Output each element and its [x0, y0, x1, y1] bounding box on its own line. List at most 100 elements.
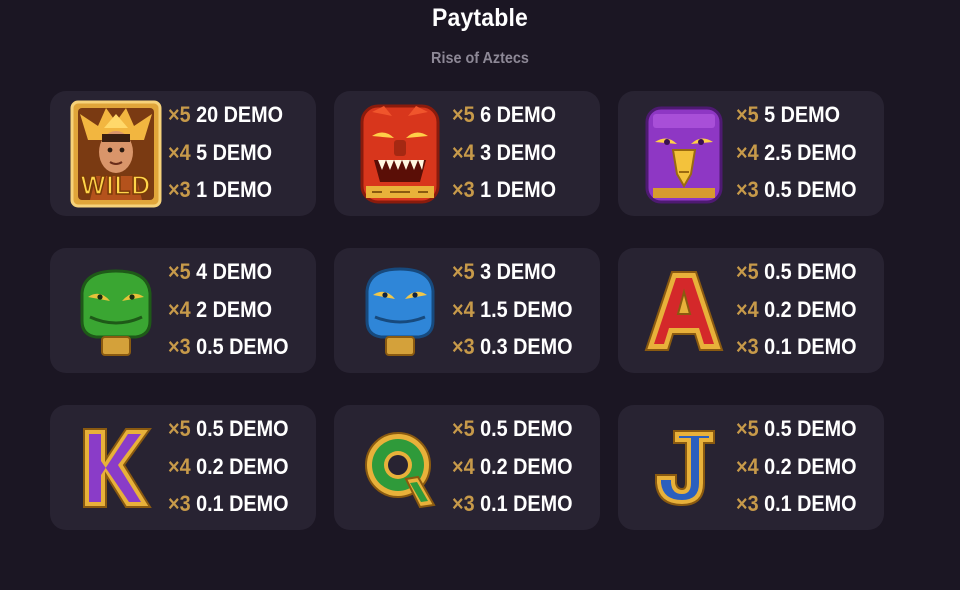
pay-row-x5: ×5 0.5 DEMO: [736, 410, 857, 448]
pay-list: ×5 4 DEMO ×4 2 DEMO ×3 0.5 DEMO: [168, 253, 302, 366]
multiplier: ×3: [168, 334, 191, 359]
multiplier: ×5: [452, 102, 475, 127]
payout-value: 0.5 DEMO: [764, 259, 857, 284]
payout-value: 6 DEMO: [480, 102, 557, 127]
paytable-grid: WILD ×5 20 DEMO ×4 5 DEMO ×3 1 DEMO ×5 6…: [50, 91, 884, 530]
pay-row-x3: ×3 0.3 DEMO: [452, 328, 573, 366]
multiplier: ×3: [736, 491, 759, 516]
multiplier: ×5: [452, 416, 475, 441]
multiplier: ×3: [168, 177, 191, 202]
multiplier: ×4: [452, 453, 475, 479]
paytable-card-q: ×5 0.5 DEMO ×4 0.2 DEMO ×3 0.1 DEMO: [334, 405, 600, 530]
multiplier: ×5: [168, 102, 191, 127]
pay-row-x3: ×3 1 DEMO: [168, 171, 283, 209]
paytable-card-a: ×5 0.5 DEMO ×4 0.2 DEMO ×3 0.1 DEMO: [618, 248, 884, 373]
letter-k-icon: [64, 410, 168, 525]
green-serpent-mask-icon: [64, 253, 168, 368]
paytable-card-wild: WILD ×5 20 DEMO ×4 5 DEMO ×3 1 DEMO: [50, 91, 316, 216]
multiplier: ×4: [452, 139, 475, 165]
pay-row-x3: ×3 0.1 DEMO: [452, 485, 573, 523]
multiplier: ×3: [452, 334, 475, 359]
payout-value: 1.5 DEMO: [480, 296, 573, 322]
payout-value: 3 DEMO: [480, 139, 557, 165]
pay-row-x3: ×3 0.1 DEMO: [168, 485, 289, 523]
payout-value: 5 DEMO: [196, 139, 273, 165]
pay-list: ×5 5 DEMO ×4 2.5 DEMO ×3 0.5 DEMO: [736, 96, 870, 209]
payout-value: 4 DEMO: [196, 259, 273, 284]
multiplier: ×4: [736, 453, 759, 479]
pay-list: ×5 3 DEMO ×4 1.5 DEMO ×3 0.3 DEMO: [452, 253, 586, 366]
red-jaguar-mask-icon: [348, 96, 452, 211]
pay-row-x5: ×5 20 DEMO: [168, 96, 283, 134]
pay-row-x4: ×4 1.5 DEMO: [452, 291, 573, 329]
paytable-card-red-mask: ×5 6 DEMO ×4 3 DEMO ×3 1 DEMO: [334, 91, 600, 216]
pay-row-x5: ×5 0.5 DEMO: [452, 410, 573, 448]
pay-row-x4: ×4 0.2 DEMO: [736, 291, 857, 329]
multiplier: ×5: [736, 102, 759, 127]
payout-value: 5 DEMO: [764, 102, 841, 127]
paytable-card-blue-mask: ×5 3 DEMO ×4 1.5 DEMO ×3 0.3 DEMO: [334, 248, 600, 373]
page-title: Paytable: [431, 4, 529, 32]
wild-label: WILD: [80, 169, 152, 201]
pay-row-x4: ×4 5 DEMO: [168, 134, 283, 172]
payout-value: 0.5 DEMO: [764, 416, 857, 441]
game-subtitle: Rise of Aztecs: [431, 50, 529, 67]
payout-value: 2.5 DEMO: [764, 139, 857, 165]
payout-value: 0.2 DEMO: [196, 453, 289, 479]
multiplier: ×5: [736, 416, 759, 441]
pay-row-x4: ×4 3 DEMO: [452, 134, 556, 172]
payout-value: 0.5 DEMO: [480, 416, 573, 441]
multiplier: ×5: [168, 416, 191, 441]
paytable-card-j: ×5 0.5 DEMO ×4 0.2 DEMO ×3 0.1 DEMO: [618, 405, 884, 530]
pay-row-x4: ×4 2 DEMO: [168, 291, 289, 329]
multiplier: ×4: [168, 139, 191, 165]
letter-a-icon: [632, 253, 736, 368]
payout-value: 0.5 DEMO: [196, 334, 289, 359]
payout-value: 0.2 DEMO: [764, 453, 857, 479]
payout-value: 0.1 DEMO: [764, 334, 857, 359]
payout-value: 0.2 DEMO: [764, 296, 857, 322]
payout-value: 0.2 DEMO: [480, 453, 573, 479]
pay-row-x3: ×3 0.1 DEMO: [736, 328, 857, 366]
multiplier: ×3: [736, 334, 759, 359]
pay-list: ×5 6 DEMO ×4 3 DEMO ×3 1 DEMO: [452, 96, 568, 209]
pay-row-x5: ×5 6 DEMO: [452, 96, 556, 134]
multiplier: ×4: [168, 453, 191, 479]
pay-row-x4: ×4 2.5 DEMO: [736, 134, 857, 172]
payout-value: 2 DEMO: [196, 296, 273, 322]
pay-list: ×5 0.5 DEMO ×4 0.2 DEMO ×3 0.1 DEMO: [452, 410, 586, 523]
paytable-card-purple-mask: ×5 5 DEMO ×4 2.5 DEMO ×3 0.5 DEMO: [618, 91, 884, 216]
payout-value: 20 DEMO: [196, 102, 284, 127]
multiplier: ×4: [452, 296, 475, 322]
pay-list: ×5 20 DEMO ×4 5 DEMO ×3 1 DEMO: [168, 96, 296, 209]
payout-value: 0.1 DEMO: [764, 491, 857, 516]
pay-row-x5: ×5 0.5 DEMO: [736, 253, 857, 291]
multiplier: ×5: [736, 259, 759, 284]
payout-value: 0.1 DEMO: [480, 491, 573, 516]
payout-value: 0.5 DEMO: [764, 177, 857, 202]
multiplier: ×4: [736, 139, 759, 165]
pay-row-x4: ×4 0.2 DEMO: [736, 448, 857, 486]
pay-row-x3: ×3 1 DEMO: [452, 171, 556, 209]
multiplier: ×3: [452, 177, 475, 202]
multiplier: ×3: [168, 491, 191, 516]
letter-q-icon: [348, 410, 452, 525]
paytable-card-k: ×5 0.5 DEMO ×4 0.2 DEMO ×3 0.1 DEMO: [50, 405, 316, 530]
multiplier: ×3: [736, 177, 759, 202]
pay-row-x5: ×5 4 DEMO: [168, 253, 289, 291]
paytable-page: Paytable Rise of Aztecs WILD ×5 20 DEMO …: [0, 0, 960, 590]
payout-value: 0.3 DEMO: [480, 334, 573, 359]
payout-value: 3 DEMO: [480, 259, 557, 284]
multiplier: ×4: [736, 296, 759, 322]
payout-value: 1 DEMO: [480, 177, 557, 202]
pay-row-x3: ×3 0.5 DEMO: [736, 171, 857, 209]
purple-eagle-mask-icon: [632, 96, 736, 211]
multiplier: ×5: [168, 259, 191, 284]
wild-warrior-icon: WILD: [64, 96, 168, 211]
pay-list: ×5 0.5 DEMO ×4 0.2 DEMO ×3 0.1 DEMO: [736, 253, 870, 366]
pay-row-x3: ×3 0.5 DEMO: [168, 328, 289, 366]
blue-serpent-mask-icon: [348, 253, 452, 368]
pay-row-x5: ×5 3 DEMO: [452, 253, 573, 291]
payout-value: 0.1 DEMO: [196, 491, 289, 516]
pay-list: ×5 0.5 DEMO ×4 0.2 DEMO ×3 0.1 DEMO: [168, 410, 302, 523]
